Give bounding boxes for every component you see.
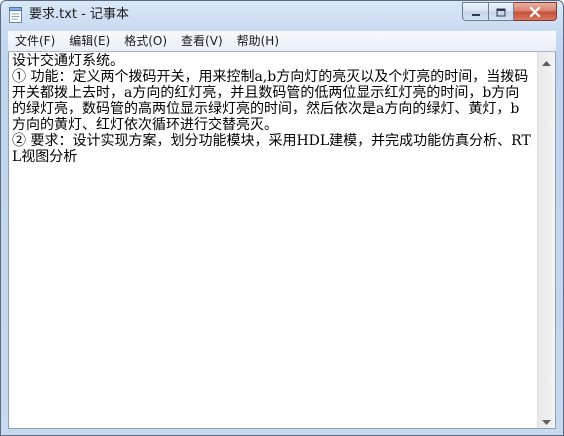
maximize-button[interactable] <box>489 2 514 21</box>
scroll-down-button[interactable] <box>538 411 555 428</box>
text-content[interactable]: 设计交通灯系统。 ① 功能：定义两个拨码开关，用来控制a,b方向灯的亮灭以及个灯亮… <box>12 53 532 423</box>
editor-panel: 设计交通灯系统。 ① 功能：定义两个拨码开关，用来控制a,b方向灯的亮灭以及个灯亮… <box>8 51 556 429</box>
close-button[interactable] <box>514 2 557 21</box>
minimize-button[interactable] <box>462 2 489 21</box>
menu-format[interactable]: 格式(O) <box>117 31 174 51</box>
menu-bar: 文件(F) 编辑(E) 格式(O) 查看(V) 帮助(H) <box>8 31 556 51</box>
text-line: 设计交通灯系统。 <box>12 53 124 69</box>
caption-buttons <box>462 2 557 21</box>
scroll-up-button[interactable] <box>538 52 555 69</box>
title-bar[interactable]: 要求.txt - 记事本 <box>1 1 563 29</box>
scroll-up-arrow-icon <box>542 51 551 70</box>
notepad-icon[interactable] <box>8 7 23 23</box>
text-line: ② 要求：设计实现方案，划分功能模块，采用HDL建模，并完成功能仿真分析、RTL… <box>12 133 531 165</box>
notepad-window: 要求.txt - 记事本 文件(F) 编辑(E) 格式(O) 查看(V) 帮助(… <box>0 0 564 436</box>
menu-edit[interactable]: 编辑(E) <box>62 31 117 51</box>
close-icon <box>529 2 541 21</box>
minimize-icon <box>471 2 481 21</box>
menu-view[interactable]: 查看(V) <box>174 31 230 51</box>
vertical-scrollbar[interactable] <box>537 52 555 428</box>
menu-help[interactable]: 帮助(H) <box>230 31 286 51</box>
window-title: 要求.txt - 记事本 <box>29 7 129 22</box>
maximize-icon <box>496 2 506 21</box>
menu-file[interactable]: 文件(F) <box>8 31 62 51</box>
scroll-down-arrow-icon <box>542 410 551 429</box>
text-line: ① 功能：定义两个拨码开关，用来控制a,b方向灯的亮灭以及个灯亮的时间，当拨码开… <box>12 69 529 133</box>
